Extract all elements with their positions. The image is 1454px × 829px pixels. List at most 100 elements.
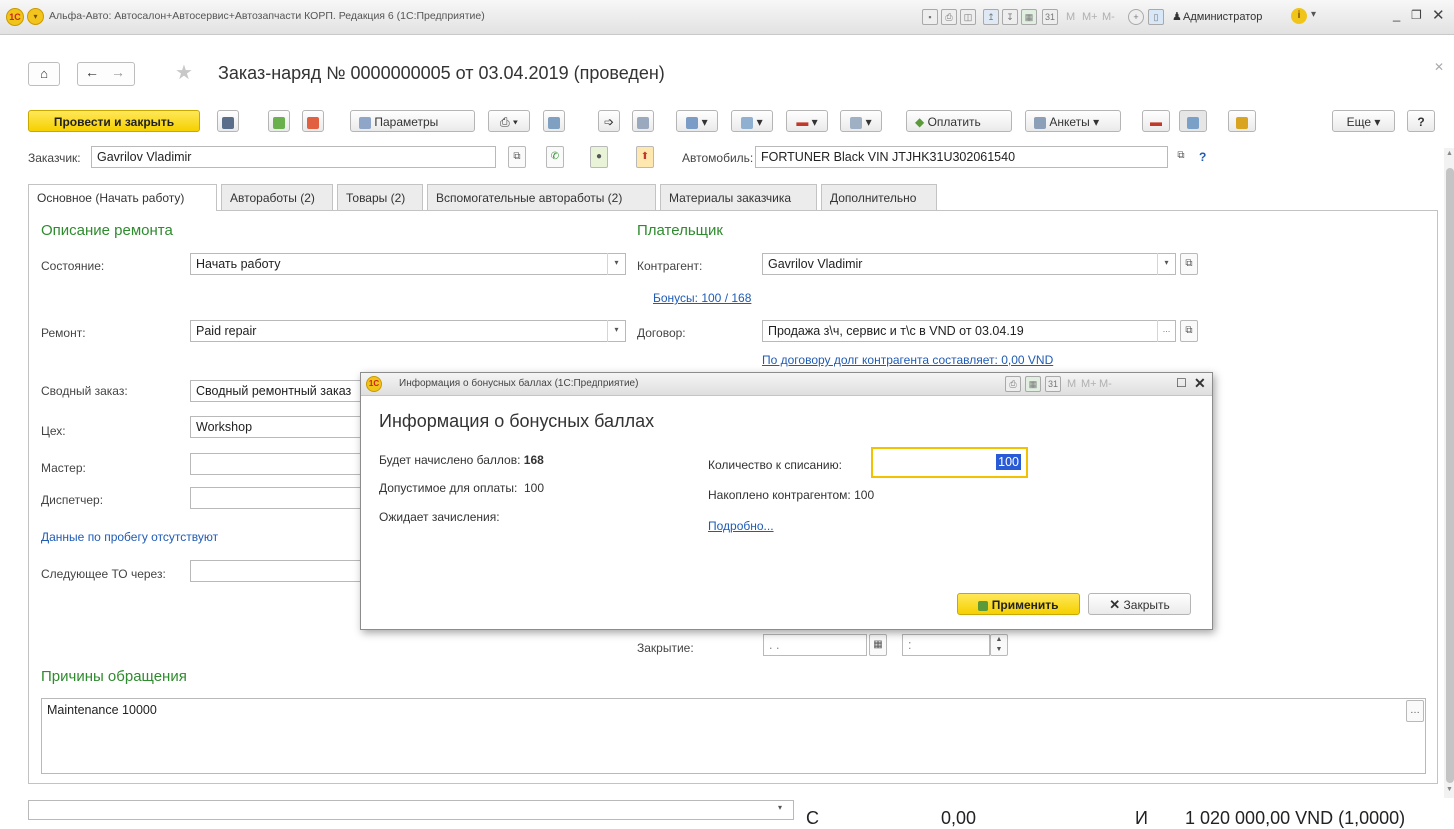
memory-m-minus[interactable]: M-: [1102, 11, 1115, 23]
tab-goods[interactable]: Товары (2): [337, 184, 423, 210]
zoom-icon[interactable]: +: [1128, 9, 1144, 25]
closing-time-spin-icon[interactable]: ▲ ▼: [990, 634, 1008, 656]
customer-field[interactable]: Gavrilov Vladimir: [91, 146, 496, 168]
tab-aux-works[interactable]: Вспомогательные автоработы (2): [427, 184, 656, 210]
forward-doc-button[interactable]: ➩: [598, 110, 620, 132]
writeoff-field[interactable]: 100: [871, 447, 1028, 478]
tab-additional[interactable]: Дополнительно: [821, 184, 937, 210]
minimize-icon[interactable]: _: [1393, 7, 1400, 22]
close-form-icon[interactable]: ✕: [1434, 60, 1444, 74]
closing-time-field[interactable]: :: [902, 634, 990, 656]
dialog-calculator-icon[interactable]: ▦: [1025, 376, 1041, 392]
upload-file-icon[interactable]: ⬆: [636, 146, 654, 168]
info-dropdown-icon[interactable]: ▾: [1311, 9, 1316, 20]
dialog-memory-m[interactable]: M: [1067, 378, 1076, 390]
chat-icon[interactable]: ●: [590, 146, 608, 168]
reasons-select-icon[interactable]: …: [1406, 700, 1424, 722]
dialog-maximize-icon[interactable]: ☐: [1176, 376, 1187, 390]
closing-date-field[interactable]: . .: [763, 634, 867, 656]
summary-order-field[interactable]: Сводный ремонтный заказ: [190, 380, 365, 402]
dialog-print-icon[interactable]: ⎙: [1005, 376, 1021, 392]
back-arrow-icon[interactable]: ←: [85, 64, 99, 80]
create-based-button[interactable]: ▾: [676, 110, 718, 132]
print-menu-button[interactable]: ⎙ ▾: [488, 110, 530, 132]
contractor-dropdown-icon[interactable]: ▾: [1157, 253, 1175, 275]
memory-m-plus[interactable]: M+: [1082, 11, 1098, 23]
pay-button[interactable]: ◆ Оплатить: [906, 110, 1012, 132]
car-menu-button[interactable]: ▬ ▾: [786, 110, 828, 132]
structure-button[interactable]: [543, 110, 565, 132]
clipboard-button[interactable]: [1179, 110, 1207, 132]
comment-dropdown-icon[interactable]: ▾: [778, 803, 782, 812]
next-maintenance-field[interactable]: [190, 560, 365, 582]
dispatcher-field[interactable]: [190, 487, 365, 509]
workshop-field[interactable]: Workshop: [190, 416, 365, 438]
favorite-star-icon[interactable]: ★: [175, 60, 193, 85]
dialog-close-icon[interactable]: ✕: [1194, 375, 1206, 392]
help-button[interactable]: ?: [1407, 110, 1435, 132]
repair-field[interactable]: Paid repair: [190, 320, 626, 342]
state-dropdown-icon[interactable]: ▾: [607, 253, 625, 275]
memory-m[interactable]: M: [1066, 11, 1075, 23]
state-field[interactable]: Начать работу: [190, 253, 626, 275]
preview-icon[interactable]: ◫: [960, 9, 976, 25]
calculator-icon[interactable]: ▦: [1021, 9, 1037, 25]
download-icon[interactable]: ↧: [1002, 9, 1018, 25]
debt-link[interactable]: По договору долг контрагента составляет:…: [762, 353, 1053, 367]
lock-button[interactable]: [1228, 110, 1256, 132]
contract-select-icon[interactable]: …: [1157, 320, 1175, 342]
home-button[interactable]: ⌂: [28, 62, 60, 86]
panels-icon[interactable]: ▯: [1148, 9, 1164, 25]
closing-calendar-icon[interactable]: ▦: [869, 634, 887, 656]
post-and-close-button[interactable]: Провести и закрыть: [28, 110, 200, 132]
contract-open-icon[interactable]: ⧉: [1180, 320, 1198, 342]
current-user[interactable]: Администратор: [1183, 11, 1262, 23]
state-value: Начать работу: [196, 257, 281, 271]
profiles-button[interactable]: Анкеты ▾: [1025, 110, 1121, 132]
apply-button[interactable]: Применить: [957, 593, 1080, 615]
save-icon[interactable]: ▪: [922, 9, 938, 25]
comment-field[interactable]: [28, 800, 794, 820]
contractor-field[interactable]: Gavrilov Vladimir: [762, 253, 1176, 275]
car-open-icon[interactable]: ⧉: [1172, 146, 1190, 168]
car-button[interactable]: ▬: [1142, 110, 1170, 132]
parameters-button[interactable]: Параметры: [350, 110, 475, 132]
details-link[interactable]: Подробно...: [708, 519, 774, 533]
customer-open-icon[interactable]: ⧉: [508, 146, 526, 168]
mileage-link[interactable]: Данные по пробегу отсутствуют: [41, 530, 218, 544]
save-button[interactable]: [217, 110, 239, 132]
info-icon[interactable]: i: [1291, 8, 1307, 24]
close-button[interactable]: ✕ Закрыть: [1088, 593, 1191, 615]
contractor-open-icon[interactable]: ⧉: [1180, 253, 1198, 275]
bonus-link[interactable]: Бонусы: 100 / 168: [653, 291, 751, 305]
phone-icon[interactable]: ✆: [546, 146, 564, 168]
contract-field[interactable]: Продажа з\ч, сервис и т\с в VND от 03.04…: [762, 320, 1176, 342]
report-button[interactable]: [632, 110, 654, 132]
scroll-up-icon[interactable]: ▲: [1446, 150, 1453, 157]
forward-arrow-icon[interactable]: →: [111, 64, 125, 80]
main-menu-icon[interactable]: ▾: [27, 8, 44, 25]
restore-icon[interactable]: ❐: [1411, 8, 1422, 22]
dialog-memory-m-plus[interactable]: M+: [1081, 378, 1097, 390]
car-field[interactable]: FORTUNER Black VIN JTJHK31U302061540: [755, 146, 1168, 168]
reports-menu-button[interactable]: ▾: [840, 110, 882, 132]
upload-icon[interactable]: ↥: [983, 9, 999, 25]
dialog-memory-m-minus[interactable]: M-: [1099, 378, 1112, 390]
post-doc-button[interactable]: [268, 110, 290, 132]
more-button[interactable]: Еще ▾: [1332, 110, 1395, 132]
car-help-link[interactable]: ?: [1199, 150, 1206, 164]
dialog-calendar-icon[interactable]: 31: [1045, 376, 1061, 392]
unpost-doc-button[interactable]: [302, 110, 324, 132]
tab-main[interactable]: Основное (Начать работу): [28, 184, 217, 211]
print-icon[interactable]: ⎙: [941, 9, 957, 25]
master-field[interactable]: [190, 453, 365, 475]
tab-autoworks[interactable]: Автоработы (2): [221, 184, 333, 210]
close-window-icon[interactable]: ✕: [1432, 6, 1445, 24]
repair-dropdown-icon[interactable]: ▾: [607, 320, 625, 342]
reasons-textarea[interactable]: Maintenance 10000: [41, 698, 1426, 774]
related-docs-button[interactable]: ▾: [731, 110, 773, 132]
calendar-icon[interactable]: 31: [1042, 9, 1058, 25]
tab-customer-materials[interactable]: Материалы заказчика: [660, 184, 817, 210]
scroll-down-icon[interactable]: ▼: [1446, 786, 1453, 793]
scrollbar-thumb[interactable]: [1446, 168, 1454, 783]
